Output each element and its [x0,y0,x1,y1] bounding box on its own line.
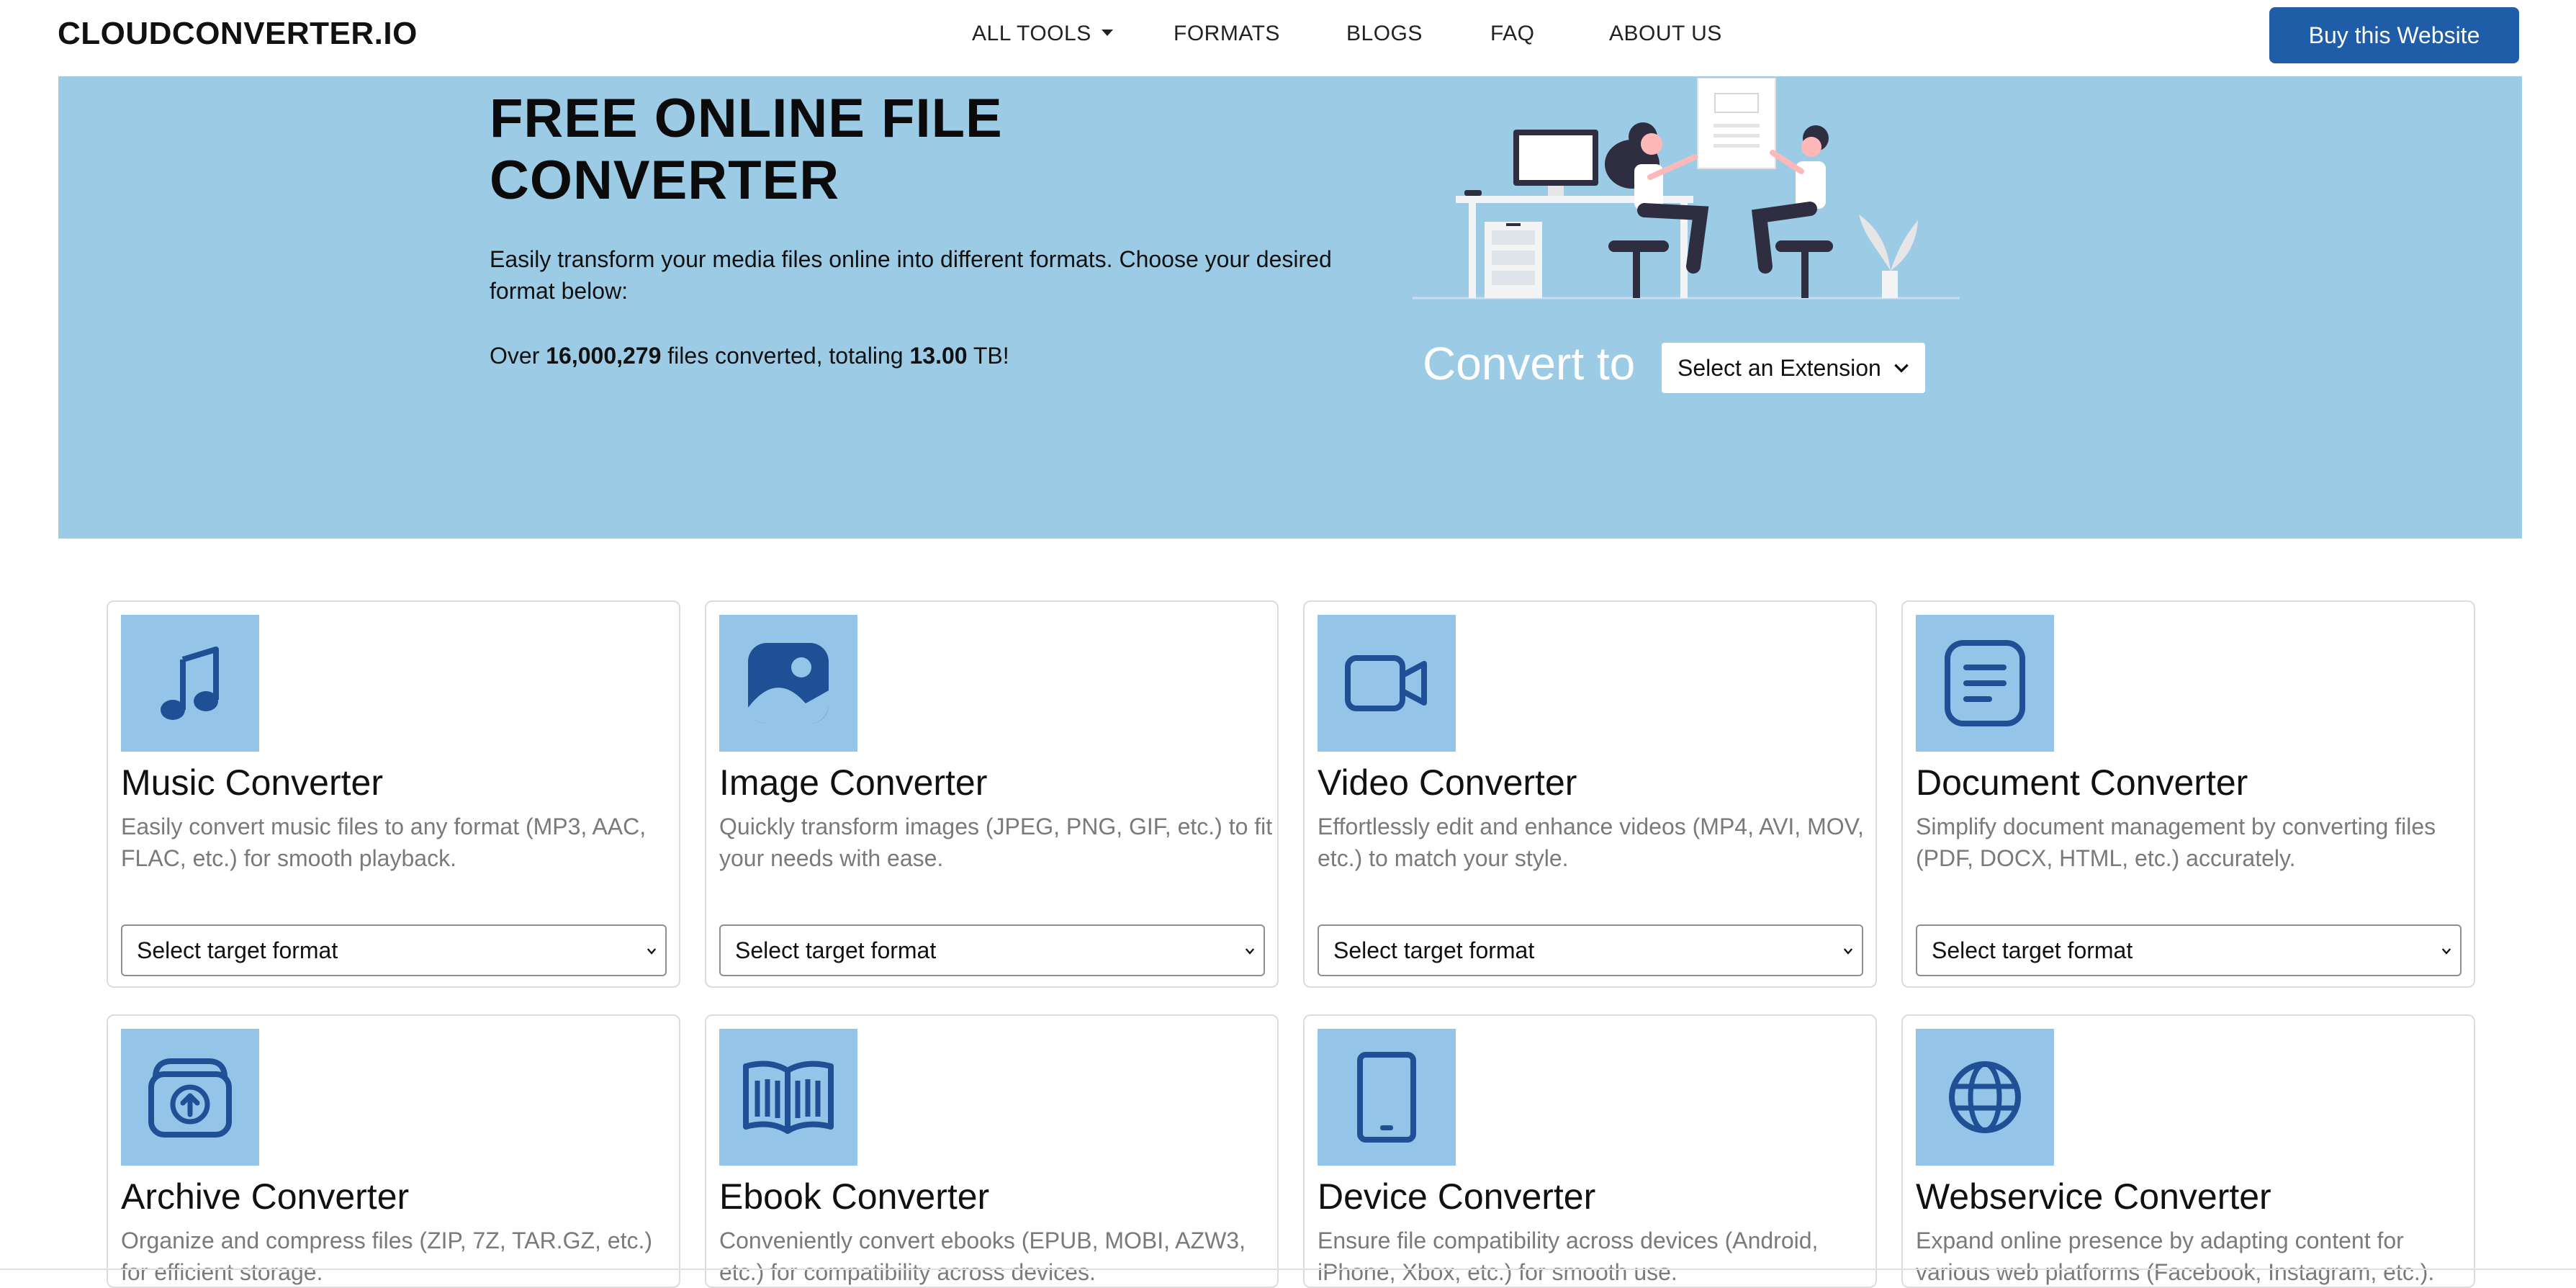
chevron-down-icon [1894,364,1909,373]
nav-formats[interactable]: FORMATS [1174,22,1280,46]
hero-title-line1: FREE ONLINE FILE [490,88,1003,149]
extension-select-label: Select an Extension [1677,354,1881,381]
card-description: Quickly transform images (JPEG, PNG, GIF… [719,814,1273,871]
stats-mid: files converted, totaling [661,343,910,369]
card-title: Image Converter [719,762,988,803]
buy-website-button[interactable]: Buy this Website [2269,7,2519,63]
card-archive-converter: Archive Converter Organize and compress … [107,1014,680,1288]
card-title: Device Converter [1318,1176,1596,1217]
archive-tile [121,1029,259,1166]
document-tile [1916,615,2054,752]
chevron-down-icon [1245,948,1255,955]
card-ebook-converter: Ebook Converter Conveniently convert ebo… [705,1014,1279,1288]
chevron-down-icon [1843,948,1853,955]
ebook-tile [719,1029,857,1166]
target-format-label: Select target format [1932,937,2133,963]
image-icon [748,643,829,724]
nav-blogs[interactable]: BLOGS [1346,22,1423,46]
card-title: Music Converter [121,762,383,803]
music-tile [121,615,259,752]
brand-logo[interactable]: CLOUDCONVERTER.IO [58,16,418,52]
card-image-converter: Image Converter Quickly transform images… [705,600,1279,988]
card-title: Archive Converter [121,1176,410,1217]
stats-prefix: Over [490,343,546,369]
convert-to-label: Convert to [1423,338,1636,389]
image-tile [719,615,857,752]
hero-banner [58,76,2522,539]
target-format-select[interactable]: Select target format [1916,924,2462,976]
target-format-label: Select target format [137,937,338,963]
archive-upload-icon [148,1058,232,1138]
card-device-converter: Device Converter Ensure file compatibili… [1303,1014,1877,1288]
card-description: Ensure file compatibility across devices… [1318,1228,1819,1285]
card-title: Video Converter [1318,762,1577,803]
nav-all-tools[interactable]: ALL TOOLS [972,22,1113,46]
files-count: 16,000,279 [546,343,662,369]
webservice-tile [1916,1029,2054,1166]
target-format-select[interactable]: Select target format [121,924,667,976]
document-icon [1945,640,2025,726]
globe-icon [1949,1061,2021,1133]
hero-title-line2: CONVERTER [490,150,840,211]
device-tile [1318,1029,1456,1166]
conversion-stats: Over 16,000,279 files converted, totalin… [490,343,1009,369]
video-camera-icon [1345,655,1427,711]
chevron-down-icon [647,948,657,955]
nav-faq[interactable]: FAQ [1490,22,1535,46]
nav-about-us[interactable]: ABOUT US [1609,22,1722,46]
card-title: Document Converter [1916,762,2248,803]
nav-all-tools-label: ALL TOOLS [972,22,1091,45]
office-illustration [1413,78,1960,300]
extension-select[interactable]: Select an Extension [1662,343,1925,393]
card-music-converter: Music Converter Easily convert music fil… [107,600,680,988]
target-format-select[interactable]: Select target format [1318,924,1863,976]
card-description: Organize and compress files (ZIP, 7Z, TA… [121,1228,653,1285]
card-description: Conveniently convert ebooks (EPUB, MOBI,… [719,1228,1246,1285]
hero-subtitle: Easily transform your media files online… [490,246,1332,304]
hero-title: FREE ONLINE FILE CONVERTER [490,88,1003,212]
card-description: Effortlessly edit and enhance videos (MP… [1318,814,1864,871]
stats-suffix: TB! [967,343,1009,369]
mobile-device-icon [1357,1052,1416,1143]
card-description: Expand online presence by adapting conte… [1916,1228,2435,1285]
top-navbar: CLOUDCONVERTER.IO ALL TOOLS FORMATS BLOG… [0,0,2576,69]
card-webservice-converter: Webservice Converter Expand online prese… [1901,1014,2475,1288]
total-size: 13.00 [909,343,968,369]
chevron-down-icon [2441,948,2451,955]
card-title: Ebook Converter [719,1176,990,1217]
card-video-converter: Video Converter Effortlessly edit and en… [1303,600,1877,988]
card-title: Webservice Converter [1916,1176,2271,1217]
card-description: Easily convert music files to any format… [121,814,647,871]
card-document-converter: Document Converter Simplify document man… [1901,600,2475,988]
target-format-select[interactable]: Select target format [719,924,1265,976]
target-format-label: Select target format [735,937,937,963]
open-book-icon [743,1060,834,1134]
caret-down-icon [1101,29,1113,36]
video-tile [1318,615,1456,752]
card-description: Simplify document management by converti… [1916,814,2436,871]
target-format-label: Select target format [1333,937,1535,963]
music-note-icon [161,647,219,720]
